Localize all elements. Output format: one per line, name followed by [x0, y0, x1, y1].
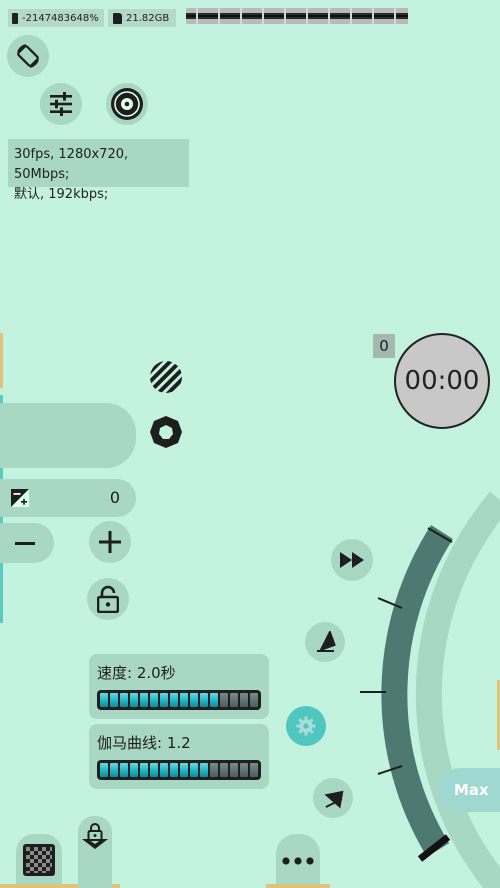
timer-text: 00:00	[404, 366, 480, 396]
exposure-minus-button[interactable]	[0, 523, 54, 563]
sd-card-icon	[113, 12, 122, 24]
filter-button[interactable]	[148, 359, 184, 395]
triangle-up-icon	[317, 631, 336, 652]
exposure-icon	[11, 489, 29, 507]
speed-slider-card[interactable]: 速度: 2.0秒	[89, 654, 269, 719]
exposure-value: 0	[109, 488, 120, 507]
lock-screen-button[interactable]	[78, 816, 112, 888]
unlock-icon	[97, 585, 119, 613]
video-info-text: 30fps, 1280x720, 50Mbps;	[14, 147, 129, 182]
zoom-max-button[interactable]: Max	[438, 768, 500, 812]
gear-icon	[296, 716, 316, 736]
record-timer[interactable]: 00:00	[394, 333, 490, 429]
speed-slider[interactable]	[97, 690, 261, 710]
zoom-in-button[interactable]	[305, 622, 345, 662]
zoom-dial[interactable]	[340, 480, 500, 888]
triangle-down-icon	[324, 790, 344, 809]
aperture-icon	[150, 416, 182, 448]
battery-text: -2147483648%	[22, 12, 99, 24]
stripes-icon	[150, 361, 182, 393]
level-meter	[186, 8, 408, 24]
minus-icon	[15, 541, 35, 545]
storage-status: 21.82GB	[108, 9, 176, 27]
lock-button[interactable]	[87, 578, 129, 620]
audio-info-text: 默认, 192kbps;	[14, 187, 109, 202]
speed-label: 速度: 2.0秒	[97, 664, 176, 682]
lock-download-icon	[82, 823, 108, 849]
grid-toggle-button[interactable]	[16, 834, 62, 888]
more-dots-icon	[282, 857, 314, 865]
zoom-out-button[interactable]	[313, 778, 353, 818]
battery-icon	[12, 12, 18, 24]
more-options-button[interactable]	[276, 834, 320, 888]
exposure-control[interactable]: 0	[0, 479, 136, 517]
tune-icon	[50, 92, 72, 116]
battery-status: -2147483648%	[8, 9, 104, 27]
recording-info: 30fps, 1280x720, 50Mbps; 默认, 192kbps;	[8, 139, 189, 202]
bottom-right-edge	[266, 884, 330, 888]
left-edge-marker-top	[0, 333, 3, 388]
exposure-plus-button[interactable]	[89, 521, 131, 563]
storage-text: 21.82GB	[126, 12, 170, 24]
zoom-max-label: Max	[454, 781, 489, 799]
clip-count-badge: 0	[373, 334, 395, 358]
fast-forward-button[interactable]	[331, 539, 373, 581]
gamma-slider-card[interactable]: 伽马曲线: 1.2	[89, 724, 269, 789]
checkerboard-icon	[23, 844, 55, 876]
media-mode-button[interactable]	[106, 83, 148, 125]
gamma-slider[interactable]	[97, 760, 261, 780]
aperture-button[interactable]	[148, 414, 184, 450]
plus-icon	[99, 531, 121, 553]
disc-icon	[111, 88, 143, 120]
clip-count: 0	[379, 337, 389, 355]
zoom-settings-button[interactable]	[286, 706, 326, 746]
screen-rotation-icon	[17, 44, 39, 68]
fast-forward-icon	[340, 552, 364, 568]
settings-button[interactable]	[40, 83, 82, 125]
gamma-label: 伽马曲线: 1.2	[97, 734, 191, 752]
rotate-screen-button[interactable]	[7, 35, 49, 77]
left-panel[interactable]	[0, 403, 136, 468]
